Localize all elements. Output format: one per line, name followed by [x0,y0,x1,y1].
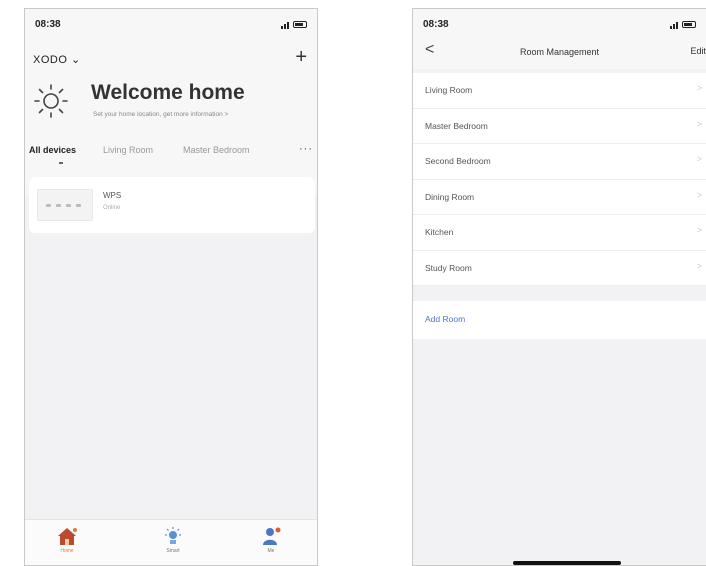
signal-wifi-battery-icon [670,19,696,29]
signal-wifi-battery-icon [281,19,307,29]
room-label: Study Room [425,262,472,273]
status-bar: 08:38 [413,9,706,35]
power-strip-icon [37,189,93,221]
status-time: 08:38 [35,19,61,30]
add-device-button[interactable]: + [295,47,307,67]
set-location-link[interactable]: Set your home location, get more informa… [93,111,228,118]
room-row-living-room[interactable]: Living Room > [413,73,706,109]
room-label: Second Bedroom [425,156,491,166]
tabbar-smart-label: Smart [166,548,180,554]
home-screen: 08:38 XODO ⌄ + Welcome home Set your hom… [24,8,318,566]
tab-all-devices[interactable]: All devices [29,145,76,155]
active-tab-indicator [59,162,63,164]
chevron-right-icon: > [696,260,702,271]
chevron-right-icon: > [696,118,702,129]
status-bar: 08:38 [25,9,317,35]
chevron-right-icon: > [696,189,702,200]
room-row-master-bedroom[interactable]: Master Bedroom > [413,109,706,144]
room-row-study-room[interactable]: Study Room > [413,251,706,286]
welcome-title: Welcome home [91,81,245,104]
home-indicator [513,561,621,565]
room-label: Master Bedroom [425,120,488,131]
page-title: Room Management [519,47,600,57]
chevron-right-icon: > [696,225,702,235]
more-icon[interactable]: ··· [299,143,313,155]
person-icon [263,527,281,545]
house-icon [58,528,77,545]
tabbar-home-label: Home [60,548,74,554]
tabbar-me-label: Me [267,548,275,554]
nav-bar: < Room Management Edit [413,35,706,69]
room-tabs: All devices Living Room Master Bedroom ·… [29,143,317,169]
tabbar-me[interactable]: Me [251,526,291,554]
add-room-button[interactable]: Add Room [425,314,465,324]
chevron-right-icon: > [696,83,702,93]
device-status: Online [103,205,121,211]
room-management-screen: 08:38 < Room Management Edit Living Room… [412,8,706,566]
room-label: Living Room [425,85,473,95]
chevron-right-icon: > [696,154,702,164]
edit-button[interactable]: Edit [690,46,706,56]
tabbar-home[interactable]: Home [47,526,87,554]
tab-master-bedroom[interactable]: Master Bedroom [183,145,250,155]
room-row-kitchen[interactable]: Kitchen > [413,215,706,251]
bottom-tab-bar: Home Smart Me [25,519,317,565]
room-list: Living Room > Master Bedroom > Second Be… [413,73,706,286]
sun-icon [34,84,68,118]
device-name: WPS [103,191,122,200]
tabbar-smart[interactable]: Smart [153,526,193,554]
room-label: Dining Room [425,191,475,202]
tab-living-room[interactable]: Living Room [103,145,153,155]
room-row-second-bedroom[interactable]: Second Bedroom > [413,144,706,180]
smart-icon [165,527,181,544]
device-card[interactable]: WPS Online [29,177,315,233]
home-selector[interactable]: XODO ⌄ [33,53,81,66]
room-row-dining-room[interactable]: Dining Room > [413,180,706,215]
add-room-row[interactable]: Add Room [413,301,706,339]
room-label: Kitchen [425,227,454,237]
status-time: 08:38 [423,19,449,30]
